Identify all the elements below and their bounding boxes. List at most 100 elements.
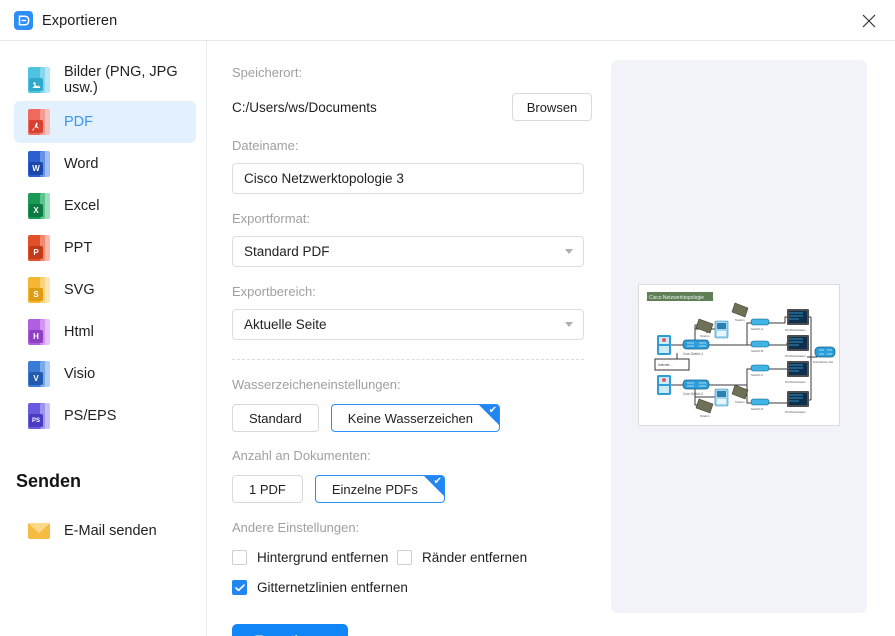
ppt-file-icon: P xyxy=(28,235,50,261)
visio-file-icon: V xyxy=(28,361,50,387)
svg-text:Switch-C: Switch-C xyxy=(751,373,764,377)
checkbox-box[interactable] xyxy=(232,580,247,595)
checkbox-box[interactable] xyxy=(397,550,412,565)
export-range-label: Exportbereich: xyxy=(232,284,316,299)
export-settings-form: Speicherort: C:/Users/ws/Documents Brows… xyxy=(232,41,592,636)
sidebar-item-label: PPT xyxy=(64,240,93,256)
checkbox-label: Gitternetzlinien entfernen xyxy=(257,580,408,595)
docs-count-option-separate-pdfs[interactable]: Einzelne PDFs ✔ xyxy=(314,475,445,503)
docs-count-option-single-pdf[interactable]: 1 PDF xyxy=(232,475,303,503)
sidebar-item-visio[interactable]: V Visio xyxy=(14,353,196,395)
watermark-option-label: Keine Wasserzeichen xyxy=(347,410,474,426)
ps-eps-file-icon-tag: PS xyxy=(29,414,43,427)
image-file-icon xyxy=(28,67,50,93)
docs-count-options: 1 PDF Einzelne PDFs ✔ xyxy=(232,475,592,503)
sidebar-item-label: PS/EPS xyxy=(64,408,117,424)
sidebar-item-ps-eps[interactable]: PS PS/EPS xyxy=(14,395,196,437)
svg-text:Switch-B: Switch-B xyxy=(751,349,763,353)
ps-eps-file-icon: PS xyxy=(28,403,50,429)
export-range-value: Aktuelle Seite xyxy=(244,317,327,332)
svg-file-icon: S xyxy=(28,277,50,303)
svg-text:Cisco Netzwerktopologie: Cisco Netzwerktopologie xyxy=(649,295,704,301)
excel-file-icon: X xyxy=(28,193,50,219)
ppt-file-icon-tag: P xyxy=(29,246,43,259)
sidebar-item-label: PDF xyxy=(64,114,93,130)
sidebar-item-label: Html xyxy=(64,324,94,340)
svg-file-icon-tag: S xyxy=(29,288,43,301)
excel-file-icon-tag: X xyxy=(29,204,43,217)
location-value: C:/Users/ws/Documents xyxy=(232,99,377,115)
check-icon: ✔ xyxy=(433,476,442,487)
checkbox-remove-background[interactable]: Hintergrund entfernen xyxy=(232,550,397,565)
chevron-down-icon xyxy=(565,322,573,327)
location-row: C:/Users/ws/Documents Browsen xyxy=(232,93,592,121)
sidebar-item-label: Word xyxy=(64,156,99,172)
mail-icon xyxy=(28,523,50,539)
watermark-option-standard[interactable]: Standard xyxy=(232,404,319,432)
window-title: Exportieren xyxy=(42,12,118,29)
sidebar-item-send-email[interactable]: E-Mail senden xyxy=(14,510,196,552)
export-format-value: Standard PDF xyxy=(244,244,330,259)
app-logo-icon xyxy=(14,11,33,30)
export-button[interactable]: Exportieren xyxy=(232,624,348,636)
sidebar-item-word[interactable]: W Word xyxy=(14,143,196,185)
docs-count-option-label: Einzelne PDFs xyxy=(331,481,418,497)
svg-text:PC/Workstation: PC/Workstation xyxy=(785,410,806,414)
sidebar-item-label: E-Mail senden xyxy=(64,523,157,539)
watermark-option-none[interactable]: Keine Wasserzeichen ✔ xyxy=(330,404,501,432)
sidebar-item-ppt[interactable]: P PPT xyxy=(14,227,196,269)
sidebar-item-label: Bilder (PNG, JPG usw.) xyxy=(64,64,178,96)
section-divider xyxy=(232,359,584,360)
pdf-file-icon xyxy=(28,109,50,135)
filename-label: Dateiname: xyxy=(232,138,299,153)
checkbox-box[interactable] xyxy=(232,550,247,565)
sidebar-item-label: Excel xyxy=(64,198,100,214)
checkbox-row-2: Gitternetzlinien entfernen xyxy=(232,580,592,595)
filename-input[interactable] xyxy=(232,163,584,194)
checkbox-label: Ränder entfernen xyxy=(422,550,528,565)
checkbox-remove-borders[interactable]: Ränder entfernen xyxy=(397,550,527,565)
svg-text:Core-Switch-1: Core-Switch-1 xyxy=(683,352,703,356)
word-file-icon-tag: W xyxy=(29,162,43,175)
checkbox-row-1: Hintergrund entfernen Ränder entfernen xyxy=(232,550,592,565)
export-format-label: Exportformat: xyxy=(232,211,311,226)
sidebar-item-html[interactable]: H Html xyxy=(14,311,196,353)
watermark-options: Standard Keine Wasserzeichen ✔ xyxy=(232,404,592,432)
title-bar: Exportieren xyxy=(0,0,895,41)
visio-file-icon-tag: V xyxy=(29,372,43,385)
export-range-select-wrap: Aktuelle Seite xyxy=(232,309,584,340)
sidebar-item-svg[interactable]: S SVG xyxy=(14,269,196,311)
svg-text:Switch-A: Switch-A xyxy=(751,327,764,331)
send-section-title: Senden xyxy=(16,471,82,491)
preview-panel: Cisco Netzwerktopologie Internet ... Cor… xyxy=(611,60,867,613)
sidebar-item-label: Visio xyxy=(64,366,96,382)
sidebar-item-pdf[interactable]: PDF xyxy=(14,101,196,143)
docs-count-label: Anzahl an Dokumenten: xyxy=(232,448,371,463)
title-bar-left: Exportieren xyxy=(14,0,117,41)
svg-text:Telefon: Telefon xyxy=(735,400,745,404)
check-icon: ✔ xyxy=(488,405,498,416)
sidebar-item-images[interactable]: Bilder (PNG, JPG usw.) xyxy=(14,59,196,101)
svg-text:Telefon: Telefon xyxy=(700,414,710,418)
chevron-down-icon xyxy=(565,249,573,254)
svg-text:PC/Workstation: PC/Workstation xyxy=(785,354,806,358)
browse-button[interactable]: Browsen xyxy=(512,93,592,121)
sidebar-item-label: SVG xyxy=(64,282,95,298)
svg-text:Internet ...: Internet ... xyxy=(658,363,673,367)
svg-text:Distribution-Sw: Distribution-Sw xyxy=(813,360,834,364)
html-file-icon-tag: H xyxy=(29,330,43,343)
network-topology-thumbnail[interactable]: Cisco Netzwerktopologie Internet ... Cor… xyxy=(638,284,840,426)
checkbox-remove-gridlines[interactable]: Gitternetzlinien entfernen xyxy=(232,580,408,595)
svg-text:PC/Workstation: PC/Workstation xyxy=(785,380,806,384)
sidebar-item-excel[interactable]: X Excel xyxy=(14,185,196,227)
export-format-select[interactable]: Standard PDF xyxy=(232,236,584,267)
export-range-select[interactable]: Aktuelle Seite xyxy=(232,309,584,340)
location-label: Speicherort: xyxy=(232,65,303,80)
export-format-select-wrap: Standard PDF xyxy=(232,236,584,267)
svg-text:Telefon: Telefon xyxy=(735,318,745,322)
close-icon[interactable] xyxy=(843,0,895,41)
watermark-option-label: Standard xyxy=(249,410,302,426)
svg-text:Switch-D: Switch-D xyxy=(751,407,764,411)
checkbox-label: Hintergrund entfernen xyxy=(257,550,389,565)
docs-count-option-label: 1 PDF xyxy=(249,481,286,497)
